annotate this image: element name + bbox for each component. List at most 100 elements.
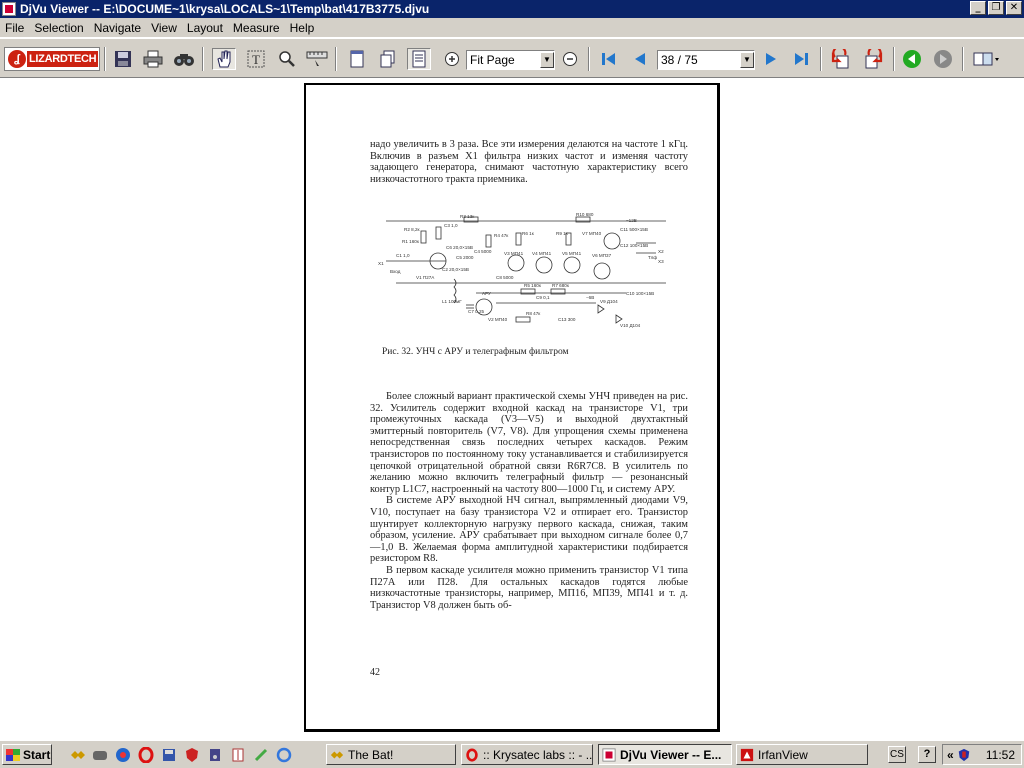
menu-bar: File Selection Navigate View Layout Meas…	[0, 18, 1024, 37]
ruler-icon	[306, 51, 328, 66]
svg-text:X1: X1	[378, 261, 384, 266]
chevron-down-icon[interactable]: ▼	[540, 52, 554, 68]
quicklaunch-opera-icon[interactable]	[138, 747, 154, 763]
svg-text:V4 МП41: V4 МП41	[532, 251, 552, 256]
menu-navigate[interactable]: Navigate	[89, 21, 146, 35]
quicklaunch-wrench-icon[interactable]	[253, 747, 269, 763]
last-page-button[interactable]	[789, 48, 813, 70]
go-button[interactable]	[900, 48, 924, 70]
close-button[interactable]: ✕	[1006, 1, 1022, 15]
zoom-out-button[interactable]	[558, 48, 582, 70]
menu-layout[interactable]: Layout	[182, 21, 228, 35]
back-icon	[831, 49, 849, 69]
lizard-logo-icon: ʆ	[8, 50, 26, 68]
svg-text:R4 47к: R4 47к	[494, 233, 509, 238]
start-button[interactable]: Start	[2, 744, 52, 765]
menu-file[interactable]: File	[0, 21, 29, 35]
task-irfanview[interactable]: IrfanView	[736, 744, 868, 765]
quicklaunch-tool-icon[interactable]	[230, 747, 246, 763]
previous-page-button[interactable]	[628, 48, 652, 70]
task-djvu-viewer[interactable]: DjVu Viewer -- E...	[598, 744, 732, 765]
fit-page-button[interactable]	[407, 48, 431, 70]
page-number: 42	[370, 667, 380, 678]
forward-button[interactable]	[861, 48, 885, 70]
tray-expand-chevron[interactable]: «	[947, 748, 954, 762]
zoom-in-button[interactable]	[440, 48, 464, 70]
svg-text:X3: X3	[658, 259, 664, 264]
menu-selection[interactable]: Selection	[29, 21, 88, 35]
task-krysatec[interactable]: :: Krysatec labs :: - ...	[461, 744, 593, 765]
menu-help[interactable]: Help	[285, 21, 320, 35]
svg-text:C3 1,0: C3 1,0	[444, 223, 458, 228]
single-page-button[interactable]	[345, 48, 369, 70]
restore-button[interactable]: ❐	[988, 1, 1004, 15]
svg-text:R5 160к: R5 160к	[524, 283, 542, 288]
book-icon	[973, 52, 999, 66]
quicklaunch-audio-icon[interactable]	[207, 747, 223, 763]
zoom-select-button[interactable]	[275, 48, 299, 70]
taskbar: Start The Bat! :: Krysatec labs :: - ...…	[0, 740, 1024, 768]
figure-caption: Рис. 32. УНЧ с АРУ и телеграфным фильтро…	[382, 347, 569, 357]
next-page-button[interactable]	[759, 48, 783, 70]
paragraph-text: В первом каскаде усилителя можно примени…	[370, 564, 688, 611]
shield-icon[interactable]	[957, 748, 971, 762]
print-button[interactable]	[141, 48, 165, 70]
zoom-select[interactable]: Fit Page ▼	[466, 50, 555, 70]
back-button[interactable]	[829, 48, 853, 70]
next-page-icon	[766, 53, 776, 65]
svg-text:V10 Д104: V10 Д104	[620, 323, 641, 328]
text-select-button[interactable]: T	[244, 48, 268, 70]
task-label: :: Krysatec labs :: - ...	[483, 747, 593, 762]
book-menu-button[interactable]	[970, 48, 1002, 70]
first-page-button[interactable]	[597, 48, 621, 70]
svg-text:АРУ: АРУ	[482, 291, 491, 296]
svg-text:−12В: −12В	[626, 218, 637, 223]
document-page[interactable]: надо увеличить в 3 раза. Все эти измерен…	[304, 83, 720, 732]
quicklaunch-ie-icon[interactable]	[276, 747, 292, 763]
language-indicator[interactable]: CS	[888, 746, 906, 763]
quicklaunch-gamepad-icon[interactable]	[92, 747, 108, 763]
task-the-bat[interactable]: The Bat!	[326, 744, 456, 765]
svg-text:L1 100мГ: L1 100мГ	[442, 299, 462, 304]
toolbar-separator	[588, 47, 590, 71]
svg-text:C12 100×15В: C12 100×15В	[620, 243, 648, 248]
chevron-down-icon[interactable]: ▼	[740, 52, 754, 68]
quicklaunch-browser-icon[interactable]	[115, 747, 131, 763]
svg-text:V9 Д104: V9 Д104	[600, 299, 618, 304]
quicklaunch-disk-icon[interactable]	[161, 747, 177, 763]
svg-text:V3 МП41: V3 МП41	[504, 251, 524, 256]
save-button[interactable]	[111, 48, 135, 70]
menu-view[interactable]: View	[146, 21, 182, 35]
quicklaunch-the-bat-icon[interactable]	[70, 747, 86, 763]
ruler-button[interactable]	[305, 48, 329, 70]
go-green-icon	[903, 50, 921, 68]
svg-text:C7 0,25: C7 0,25	[468, 309, 485, 314]
page-paragraph-1: надо увеличить в 3 раза. Все эти измерен…	[370, 139, 688, 185]
zoom-select-icon	[279, 51, 295, 67]
toolbar-separator	[962, 47, 964, 71]
help-tray-button[interactable]: ?	[918, 746, 936, 763]
continuous-page-icon	[380, 50, 395, 68]
task-label: IrfanView	[758, 747, 808, 762]
system-clock[interactable]: 11:52	[986, 748, 1015, 762]
opera-icon	[466, 747, 478, 762]
page-select[interactable]: 38 / 75 ▼	[657, 50, 755, 70]
windows-logo-icon	[6, 748, 20, 761]
continuous-page-button[interactable]	[376, 48, 400, 70]
djvu-app-icon[interactable]	[2, 2, 16, 16]
svg-text:R10 680: R10 680	[576, 213, 594, 217]
go-gray-icon	[934, 50, 952, 68]
find-button[interactable]	[172, 48, 196, 70]
minimize-button[interactable]: _	[970, 1, 986, 15]
hand-tool-button[interactable]	[212, 48, 236, 70]
paragraph-text: надо увеличить в 3 раза. Все эти измерен…	[370, 139, 688, 185]
svg-text:V2 МП40: V2 МП40	[488, 317, 508, 322]
quicklaunch-security-icon[interactable]	[184, 747, 200, 763]
lizardtech-logo[interactable]: ʆ LIZARDTECH	[4, 47, 100, 71]
toolbar-separator	[335, 47, 337, 71]
toolbar-separator	[104, 47, 106, 71]
go-forward-button[interactable]	[931, 48, 955, 70]
menu-measure[interactable]: Measure	[228, 21, 285, 35]
last-page-icon	[795, 53, 808, 65]
logo-text: LIZARDTECH	[27, 51, 99, 67]
